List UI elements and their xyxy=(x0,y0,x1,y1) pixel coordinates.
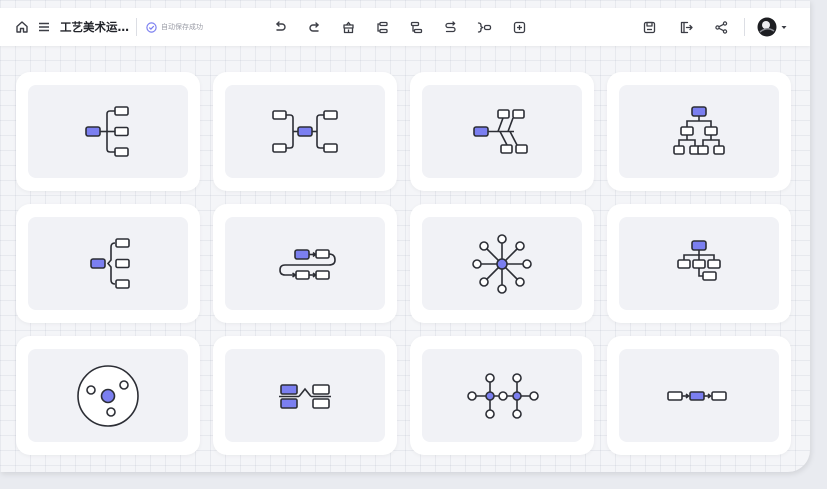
tree-down-icon xyxy=(677,239,721,281)
mind-map-both-sides-icon xyxy=(272,109,338,153)
mind-map-right-icon xyxy=(85,105,129,157)
document-title[interactable]: 工艺美术运… xyxy=(60,19,129,35)
format-painter-icon[interactable] xyxy=(340,19,356,35)
linear-flow-icon xyxy=(667,390,727,401)
home-icon[interactable] xyxy=(14,19,30,35)
org-chart-icon xyxy=(673,105,725,155)
toolbar-divider xyxy=(744,18,745,36)
avatar[interactable] xyxy=(756,16,778,38)
outline-box-icon[interactable] xyxy=(511,19,527,35)
redo-icon[interactable] xyxy=(306,19,322,35)
toolbar-divider xyxy=(136,18,137,36)
autosave-status: 自动保存成功 xyxy=(146,19,203,35)
check-circle-icon xyxy=(146,21,157,33)
layout-card-mind-map-right[interactable] xyxy=(16,72,200,191)
comparison-icon xyxy=(279,383,331,409)
timeline-serpentine-icon xyxy=(279,248,336,280)
layout-card-timeline-serpentine[interactable] xyxy=(213,204,397,323)
layout-card-comparison[interactable] xyxy=(213,336,397,455)
layout-card-bubble[interactable] xyxy=(16,336,200,455)
layout-card-tree-down[interactable] xyxy=(607,204,791,323)
export-icon[interactable] xyxy=(678,19,694,35)
share-icon[interactable] xyxy=(713,19,729,35)
insert-sibling-topic-icon[interactable] xyxy=(408,19,424,35)
fishbone-icon xyxy=(473,108,528,154)
layout-card-mind-map-both-sides[interactable] xyxy=(213,72,397,191)
top-toolbar: 工艺美术运… 自动保存成功 xyxy=(0,8,810,46)
layout-card-linear-flow[interactable] xyxy=(607,336,791,455)
autosave-text: 自动保存成功 xyxy=(161,23,203,31)
summary-bracket-icon[interactable] xyxy=(476,19,492,35)
app-window: 工艺美术运… 自动保存成功 xyxy=(0,0,810,472)
layout-card-bracket[interactable] xyxy=(16,204,200,323)
insert-child-topic-icon[interactable] xyxy=(374,19,390,35)
node-chain-icon xyxy=(467,372,539,419)
layout-card-org-chart[interactable] xyxy=(607,72,791,191)
undo-icon[interactable] xyxy=(272,19,288,35)
save-icon[interactable] xyxy=(641,19,657,35)
bubble-icon xyxy=(77,364,139,427)
bracket-icon xyxy=(90,237,130,289)
layout-card-radial[interactable] xyxy=(410,204,594,323)
layout-card-fishbone[interactable] xyxy=(410,72,594,191)
menu-icon[interactable] xyxy=(36,19,52,35)
layout-card-node-chain[interactable] xyxy=(410,336,594,455)
relationship-line-icon[interactable] xyxy=(442,19,458,35)
radial-icon xyxy=(472,233,532,294)
chevron-down-icon[interactable] xyxy=(780,22,788,32)
